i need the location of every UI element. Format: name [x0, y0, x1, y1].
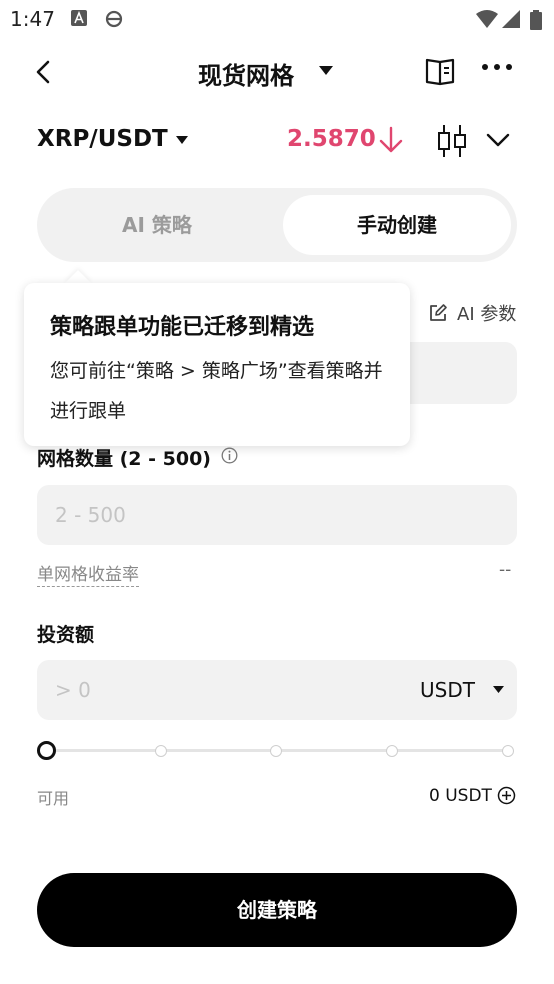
investment-field: USDT — [37, 660, 517, 720]
available-balance: 0 USDT — [429, 786, 492, 806]
grid-strategy-page: 1:47 现货网格 XRP/USDT 2.5870 AI 策略 手动创建 AI … — [0, 0, 554, 984]
strategy-mode-tabs: AI 策略 手动创建 — [37, 188, 517, 262]
grid-count-input[interactable] — [37, 485, 517, 545]
page-title[interactable]: 现货网格 — [198, 56, 294, 91]
app-notification-icon — [71, 10, 87, 26]
wifi-icon — [476, 10, 498, 28]
top-nav: 现货网格 — [0, 44, 554, 100]
slider-step-100[interactable] — [502, 745, 514, 757]
unit-dropdown-icon[interactable] — [493, 686, 504, 694]
tab-ai-strategy[interactable]: AI 策略 — [37, 188, 277, 262]
grid-yield-value: -- — [499, 560, 512, 580]
signal-icon — [502, 10, 520, 28]
investment-amount-input[interactable] — [37, 660, 397, 720]
guide-book-icon[interactable] — [425, 56, 457, 86]
edit-icon[interactable] — [428, 303, 448, 323]
info-icon[interactable] — [221, 447, 238, 464]
status-time: 1:47 — [10, 7, 55, 31]
pair-dropdown-icon[interactable] — [176, 136, 188, 145]
grid-yield-label[interactable]: 单网格收益率 — [37, 560, 139, 587]
migration-tooltip: 策略跟单功能已迁移到精选 您可前往“策略 > 策略广场”查看策略并进行跟单 — [24, 283, 410, 446]
create-strategy-button[interactable]: 创建策略 — [37, 873, 517, 947]
tooltip-title: 策略跟单功能已迁移到精选 — [50, 315, 315, 340]
add-funds-icon[interactable] — [497, 786, 516, 805]
back-arrow-icon[interactable] — [30, 58, 58, 86]
title-dropdown-icon[interactable] — [318, 65, 334, 77]
available-label: 可用 — [37, 789, 70, 808]
ai-params-link[interactable]: AI 参数 — [457, 300, 516, 326]
battery-icon — [530, 10, 542, 30]
browser-notification-icon — [105, 10, 123, 28]
status-bar: 1:47 — [0, 0, 554, 36]
slider-step-75[interactable] — [386, 745, 398, 757]
slider-thumb[interactable] — [37, 741, 56, 760]
price-down-arrow-icon — [379, 126, 403, 153]
trading-pair-selector[interactable]: XRP/USDT — [37, 126, 168, 152]
slider-step-25[interactable] — [155, 745, 167, 757]
investment-unit-select[interactable]: USDT — [420, 660, 475, 720]
tab-manual-create[interactable]: 手动创建 — [283, 195, 511, 255]
kline-chart-icon[interactable] — [436, 124, 468, 158]
tooltip-pointer — [64, 270, 92, 284]
slider-step-50[interactable] — [270, 745, 282, 757]
investment-label: 投资额 — [37, 624, 95, 646]
investment-slider[interactable] — [37, 740, 517, 762]
grid-count-label: 网格数量 (2 - 500) — [37, 448, 211, 470]
more-options-icon[interactable] — [481, 62, 513, 72]
expand-chevron-icon[interactable] — [485, 128, 511, 152]
tooltip-body: 您可前往“策略 > 策略广场”查看策略并进行跟单 — [50, 360, 383, 422]
current-price: 2.5870 — [287, 126, 376, 152]
